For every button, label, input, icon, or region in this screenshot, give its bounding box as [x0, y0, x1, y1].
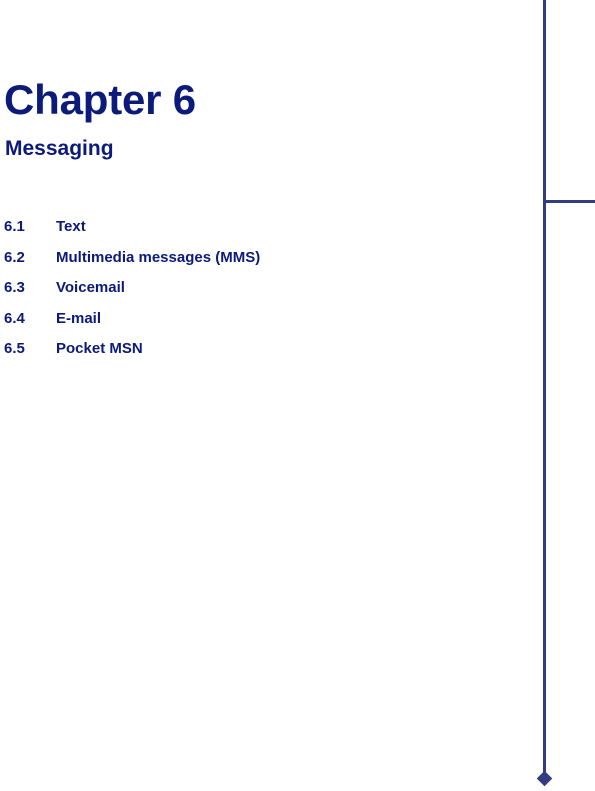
- chapter-table-of-contents: 6.1 Text 6.2 Multimedia messages (MMS) 6…: [0, 218, 500, 371]
- toc-entry[interactable]: 6.1 Text: [0, 218, 500, 249]
- toc-entry-number: 6.2: [4, 248, 25, 266]
- toc-entry-number: 6.1: [4, 218, 25, 235]
- toc-entry[interactable]: 6.5 Pocket MSN: [0, 340, 500, 371]
- toc-entry-label: Multimedia messages (MMS): [56, 248, 261, 266]
- toc-entry-label: E-mail: [56, 309, 102, 327]
- toc-entry-label: Voicemail: [56, 279, 125, 296]
- chapter-subtitle: Messaging: [5, 137, 114, 160]
- toc-entry-number: 6.3: [4, 279, 25, 296]
- toc-entry[interactable]: 6.3 Voicemail: [0, 279, 500, 310]
- toc-entry-number: 6.4: [4, 309, 25, 327]
- toc-entry-label: Pocket MSN: [56, 340, 143, 357]
- vertical-rule-decoration: [543, 0, 546, 772]
- toc-entry-number: 6.5: [4, 340, 25, 357]
- toc-entry[interactable]: 6.4 E-mail: [0, 310, 500, 341]
- chapter-divider-page: Chapter 6 Messaging 6.1 Text 6.2 Multime…: [0, 0, 595, 791]
- diamond-marker-icon: [536, 770, 553, 787]
- chapter-title: Chapter 6: [4, 76, 196, 123]
- horizontal-rule-decoration: [543, 200, 595, 203]
- toc-entry-label: Text: [56, 218, 86, 235]
- toc-entry[interactable]: 6.2 Multimedia messages (MMS): [0, 249, 500, 280]
